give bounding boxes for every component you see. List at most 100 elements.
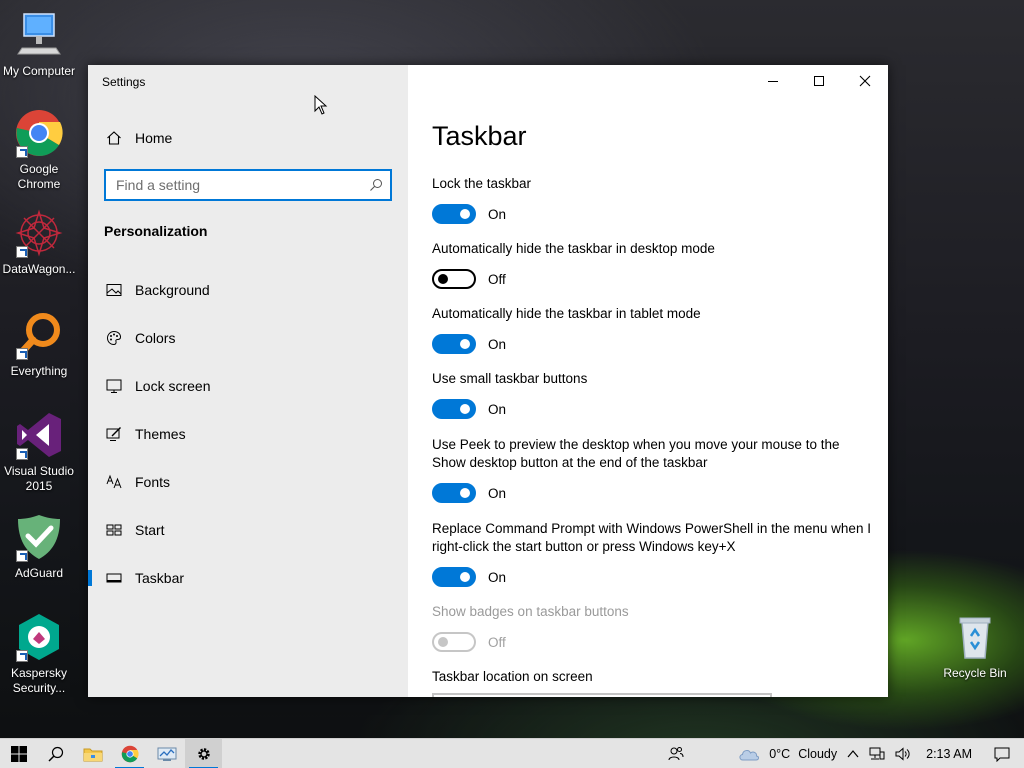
taskbar-search-button[interactable] [37,739,74,768]
setting-small-buttons: Use small taskbar buttons On [432,370,872,419]
desktop-icon-label: AdGuard [14,566,64,580]
shortcut-arrow-icon [16,448,28,460]
toggle-switch[interactable] [432,399,476,419]
taskbar-app-monitor[interactable] [148,739,185,768]
sidebar-item-lock-screen[interactable]: Lock screen [88,366,408,406]
desktop-icon-my-computer[interactable]: My Computer [0,10,79,79]
taskbar: 0°C Cloudy 2:13 AM [0,738,1024,768]
settings-window: Settings Home Personalization Background [88,65,888,697]
brush-icon [105,425,123,443]
desktop-icon-visual-studio[interactable]: Visual Studio 2015 [0,410,79,494]
desktop-icon-google-chrome[interactable]: Google Chrome [0,108,79,192]
toggle-state: On [488,401,507,417]
close-icon [859,75,871,87]
kaspersky-icon [14,612,64,662]
taskbar-file-explorer[interactable] [74,739,111,768]
setting-label: Use small taskbar buttons [432,371,588,386]
shortcut-arrow-icon [16,650,28,662]
start-button[interactable] [0,739,37,768]
setting-taskbar-location: Taskbar location on screen [432,668,872,686]
toggle-switch[interactable] [432,567,476,587]
sidebar-item-themes[interactable]: Themes [88,414,408,454]
clock[interactable]: 2:13 AM [916,739,982,768]
sidebar-item-home[interactable]: Home [88,118,408,158]
monitor-icon [105,377,123,395]
search-icon[interactable] [362,178,390,192]
taskbar-location-dropdown[interactable] [432,693,772,697]
setting-powershell: Replace Command Prompt with Windows Powe… [432,520,872,587]
setting-label: Use Peek to preview the desktop when you… [432,437,840,470]
taskbar-settings[interactable] [185,738,222,768]
shortcut-arrow-icon [16,246,28,258]
system-tray: 0°C Cloudy 2:13 AM [663,739,1024,768]
desktop-icon-datawagon[interactable]: DataWagon... [0,208,79,277]
everything-search-icon [14,310,64,360]
taskbar-icon [105,569,123,587]
network-button[interactable] [864,739,890,768]
sidebar-item-fonts[interactable]: Fonts [88,462,408,502]
setting-show-badges: Show badges on taskbar buttons Off [432,603,872,652]
show-hidden-icons-button[interactable] [842,739,864,768]
search-icon [47,746,63,762]
minimize-button[interactable] [750,65,796,97]
volume-button[interactable] [890,739,916,768]
setting-label: Replace Command Prompt with Windows Powe… [432,521,871,554]
action-center-button[interactable] [982,739,1024,768]
desktop-icon-label: My Computer [2,64,76,78]
search-input[interactable] [106,171,362,199]
settings-main-pane: Taskbar Lock the taskbar On Automaticall… [408,65,888,697]
desktop-icon-label: Kaspersky Security... [10,666,68,695]
network-icon [869,747,885,760]
maximize-button[interactable] [796,65,842,97]
minimize-icon [768,81,778,82]
desktop-icon-kaspersky[interactable]: Kaspersky Security... [0,612,79,696]
toggle-switch[interactable] [432,269,476,289]
toggle-state: On [488,336,507,352]
notification-icon [994,747,1010,762]
weather-temperature: 0°C [769,747,791,761]
sidebar-item-background[interactable]: Background [88,270,408,310]
toggle-state: On [488,485,507,501]
mouse-cursor-icon [314,95,328,115]
toggle-switch[interactable] [432,334,476,354]
people-button[interactable] [663,739,689,768]
desktop-icon-everything[interactable]: Everything [0,310,79,379]
chrome-icon [14,108,64,158]
section-heading: Personalization [104,223,208,239]
resource-monitor-icon [157,747,176,761]
setting-label: Automatically hide the taskbar in tablet… [432,306,701,321]
toggle-switch[interactable] [432,204,476,224]
close-button[interactable] [842,65,888,97]
shortcut-arrow-icon [16,348,28,360]
sidebar-item-start[interactable]: Start [88,510,408,550]
cloud-icon [739,750,760,761]
desktop-icon-recycle-bin[interactable]: Recycle Bin [935,612,1015,681]
folder-icon [83,748,102,761]
setting-label: Show badges on taskbar buttons [432,604,629,619]
desktop-icon-adguard[interactable]: AdGuard [0,512,79,581]
windows-logo-icon [10,745,27,762]
computer-icon [14,10,64,60]
toggle-state: Off [488,634,506,650]
sidebar-item-colors[interactable]: Colors [88,318,408,358]
font-icon [105,473,123,491]
desktop-icon-label: DataWagon... [2,262,76,276]
toggle-switch [432,632,476,652]
setting-label: Automatically hide the taskbar in deskto… [432,241,715,256]
sidebar-item-label: Start [135,522,165,538]
weather-widget[interactable]: 0°C Cloudy [733,739,842,768]
visual-studio-icon [14,410,64,460]
clock-time: 2:13 AM [926,747,972,761]
chrome-icon [121,745,138,762]
sidebar-item-label: Themes [135,426,186,442]
sidebar-item-label: Taskbar [135,570,185,586]
sidebar-item-taskbar[interactable]: Taskbar [88,558,408,598]
taskbar-chrome[interactable] [111,739,148,768]
toggle-switch[interactable] [432,483,476,503]
shortcut-arrow-icon [16,146,28,158]
toggle-state: On [488,206,507,222]
toggle-state: Off [488,271,506,287]
recycle-bin-icon [950,612,1000,662]
search-box[interactable] [104,169,392,201]
page-title: Taskbar [432,121,527,151]
